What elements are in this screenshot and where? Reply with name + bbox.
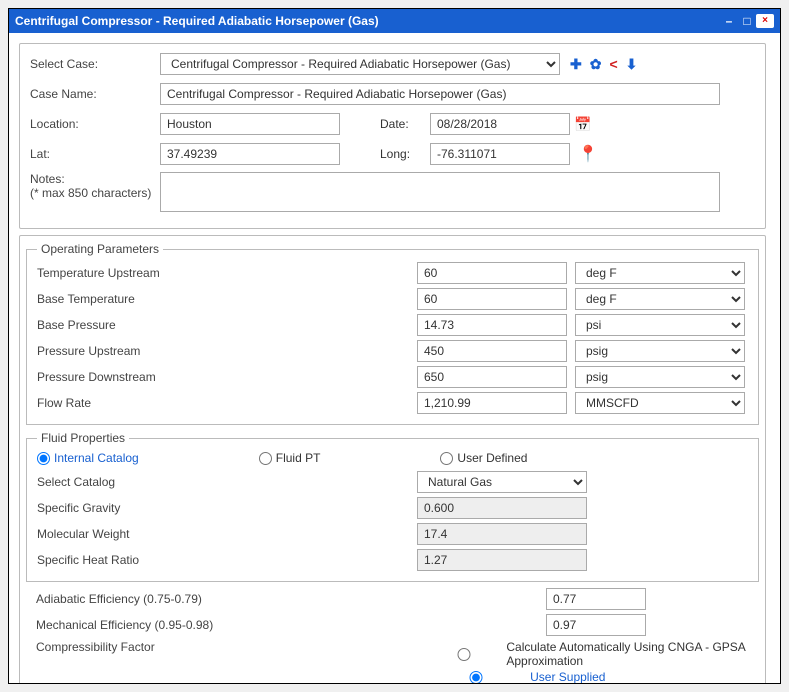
select-catalog-dropdown[interactable]: Natural Gas (417, 471, 587, 493)
operating-parameters-legend: Operating Parameters (37, 242, 163, 256)
radio-cf-auto[interactable]: Calculate Automatically Using CNGA - GPS… (426, 640, 749, 668)
gear-icon[interactable]: ✿ (590, 56, 602, 73)
mechanical-eff-input[interactable] (546, 614, 646, 636)
base-pressure-label: Base Pressure (37, 318, 417, 332)
download-icon[interactable]: ⬇ (626, 56, 638, 73)
date-label: Date: (380, 117, 430, 131)
select-catalog-label: Select Catalog (37, 475, 417, 489)
radio-user-defined[interactable]: User Defined (440, 451, 527, 465)
operating-parameters-group: Operating Parameters Temperature Upstrea… (26, 242, 759, 425)
pressure-downstream-label: Pressure Downstream (37, 370, 417, 384)
adiabatic-eff-label: Adiabatic Efficiency (0.75-0.79) (36, 592, 546, 606)
case-name-label: Case Name: (30, 87, 160, 101)
date-input[interactable] (430, 113, 570, 135)
flow-rate-input[interactable] (417, 392, 567, 414)
flow-rate-label: Flow Rate (37, 396, 417, 410)
notes-label: Notes: (* max 850 characters) (30, 172, 160, 200)
maximize-button[interactable]: □ (738, 14, 756, 28)
add-icon[interactable]: ✚ (570, 56, 582, 73)
compressibility-factor-label: Compressibility Factor (36, 640, 426, 654)
adiabatic-eff-input[interactable] (546, 588, 646, 610)
select-case-dropdown[interactable]: Centrifugal Compressor - Required Adiaba… (160, 53, 560, 75)
location-label: Location: (30, 117, 160, 131)
specific-heat-ratio-input (417, 549, 587, 571)
temp-upstream-label: Temperature Upstream (37, 266, 417, 280)
params-section: Operating Parameters Temperature Upstrea… (19, 235, 766, 683)
molecular-weight-input (417, 523, 587, 545)
pressure-upstream-unit[interactable]: psig (575, 340, 745, 362)
lat-input[interactable] (160, 143, 340, 165)
temp-upstream-input[interactable] (417, 262, 567, 284)
fluid-properties-legend: Fluid Properties (37, 431, 129, 445)
fluid-properties-group: Fluid Properties Internal Catalog Fluid … (26, 431, 759, 582)
case-name-input[interactable] (160, 83, 720, 105)
base-pressure-input[interactable] (417, 314, 567, 336)
app-window: Centrifugal Compressor - Required Adiaba… (8, 8, 781, 684)
case-section: Select Case: Centrifugal Compressor - Re… (19, 43, 766, 229)
pressure-upstream-label: Pressure Upstream (37, 344, 417, 358)
long-label: Long: (380, 147, 430, 161)
map-marker-icon[interactable]: 📍 (578, 144, 598, 164)
specific-gravity-input (417, 497, 587, 519)
pressure-downstream-input[interactable] (417, 366, 567, 388)
temp-upstream-unit[interactable]: deg F (575, 262, 745, 284)
base-temp-unit[interactable]: deg F (575, 288, 745, 310)
base-pressure-unit[interactable]: psi (575, 314, 745, 336)
content-area: Select Case: Centrifugal Compressor - Re… (9, 33, 780, 683)
radio-internal-catalog[interactable]: Internal Catalog (37, 451, 139, 465)
lat-label: Lat: (30, 147, 160, 161)
location-input[interactable] (160, 113, 340, 135)
pressure-upstream-input[interactable] (417, 340, 567, 362)
calendar-icon[interactable]: 📅 (574, 116, 591, 133)
radio-cf-user[interactable]: User Supplied (426, 670, 749, 683)
base-temp-label: Base Temperature (37, 292, 417, 306)
specific-gravity-label: Specific Gravity (37, 501, 417, 515)
mechanical-eff-label: Mechanical Efficiency (0.95-0.98) (36, 618, 546, 632)
long-input[interactable] (430, 143, 570, 165)
minimize-button[interactable]: – (720, 14, 738, 28)
titlebar: Centrifugal Compressor - Required Adiaba… (9, 9, 780, 33)
window-title: Centrifugal Compressor - Required Adiaba… (15, 14, 720, 28)
close-button[interactable]: × (756, 14, 774, 28)
notes-textarea[interactable] (160, 172, 720, 212)
molecular-weight-label: Molecular Weight (37, 527, 417, 541)
flow-rate-unit[interactable]: MMSCFD (575, 392, 745, 414)
specific-heat-ratio-label: Specific Heat Ratio (37, 553, 417, 567)
radio-fluid-pt[interactable]: Fluid PT (259, 451, 321, 465)
select-case-label: Select Case: (30, 57, 160, 71)
pressure-downstream-unit[interactable]: psig (575, 366, 745, 388)
base-temp-input[interactable] (417, 288, 567, 310)
share-icon[interactable]: < (609, 56, 617, 72)
